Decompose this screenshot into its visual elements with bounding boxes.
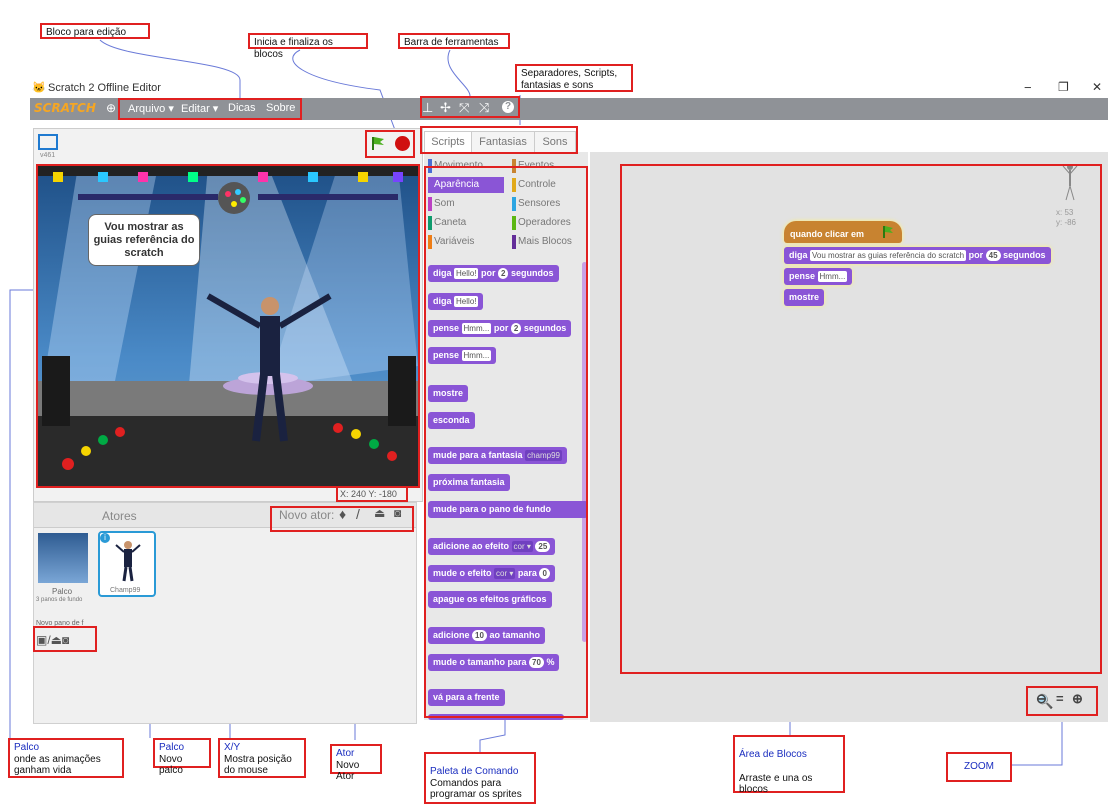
sprite-library-icon[interactable]: ♦ — [339, 506, 346, 522]
tab-fantasias[interactable]: Fantasias — [471, 131, 535, 153]
camera-sprite-icon[interactable]: ◙ — [394, 506, 401, 520]
callout-barra: Barra de ferramentas — [398, 33, 510, 49]
category-som[interactable]: Som — [428, 196, 504, 212]
connector-zoom — [1010, 720, 1063, 766]
menu-bar: SCRATCH ⊕ Arquivo ▾ Editar ▾ Dicas Sobre… — [30, 98, 1108, 120]
stage-thumbnail[interactable] — [38, 533, 88, 583]
stamp-icon[interactable]: ⊥ — [422, 100, 433, 116]
block-next-costume[interactable]: próxima fantasia — [428, 474, 510, 491]
zoom-in-button[interactable]: ⊕ — [1072, 691, 1083, 707]
script-block-show[interactable]: mostre — [784, 289, 825, 306]
presentation-mode-icon[interactable] — [38, 134, 58, 150]
new-sprite-label: Novo ator: — [279, 508, 335, 522]
callout-ator: Ator Novo Ator — [330, 744, 382, 782]
category-eventos[interactable]: Eventos — [512, 158, 588, 174]
stop-icon[interactable] — [395, 136, 410, 151]
block-change-size[interactable]: adicione 10 ao tamanho — [428, 627, 545, 644]
mouse-coordinates: X: 240 Y: -180 — [340, 489, 397, 499]
menu-sobre[interactable]: Sobre — [266, 102, 295, 114]
new-backdrop-label: Novo pano de f — [36, 620, 84, 627]
connector-paleta — [479, 718, 506, 752]
block-say[interactable]: diga Hello! — [428, 293, 484, 310]
script-block-think[interactable]: pense Hmm... — [784, 268, 853, 285]
sprite-thumbnail[interactable]: i Champ99 — [98, 531, 156, 597]
callout-zoom: ZOOM — [946, 752, 1012, 782]
maximize-button[interactable]: ❐ — [1058, 80, 1069, 94]
stage-backdrop-count: 3 panos de fundo — [36, 597, 83, 603]
category-aparencia[interactable]: Aparência — [428, 177, 504, 193]
callout-bloco: Bloco para edição — [40, 23, 150, 39]
tab-sons[interactable]: Sons — [534, 131, 576, 153]
callout-inicia: Inicia e finaliza os blocos — [248, 33, 368, 60]
tab-scripts[interactable]: Scripts — [424, 131, 472, 153]
paint-sprite-icon[interactable]: / — [356, 506, 360, 522]
menu-arquivo[interactable]: Arquivo ▾ — [128, 102, 174, 115]
sprite-y-label: y: -86 — [1056, 218, 1077, 227]
callout-xy: X/Y Mostra posição do mouse — [218, 738, 306, 778]
category-sensores[interactable]: Sensores — [512, 196, 588, 212]
scratch-cat-icon: 🐱 — [32, 82, 46, 94]
callout-separadores: Separadores, Scripts, fantasias e sons — [515, 64, 633, 92]
menu-dicas[interactable]: Dicas — [228, 102, 256, 114]
grow-icon[interactable]: ⤧ — [459, 100, 469, 116]
callout-paleta: Paleta de Comando Comandos para programa… — [424, 752, 536, 804]
close-button[interactable]: ✕ — [1092, 80, 1102, 94]
block-set-size[interactable]: mude o tamanho para 70 % — [428, 654, 560, 671]
block-set-effect[interactable]: mude o efeito cor ▾ para 0 — [428, 565, 555, 582]
hat-block-when-flag[interactable]: quando clicar em — [784, 221, 902, 243]
block-hide[interactable]: esconda — [428, 412, 475, 429]
sprite-x-label: x: 53 — [1056, 208, 1074, 217]
speech-bubble: Vou mostrar as guias referência do scrat… — [88, 214, 200, 266]
category-controle[interactable]: Controle — [512, 177, 588, 193]
block-switch-backdrop[interactable]: mude para o pano de fundo — [428, 501, 588, 518]
block-think-for-secs[interactable]: pense Hmm... por 2 segundos — [428, 320, 572, 337]
block-switch-costume[interactable]: mude para a fantasia champ99 — [428, 447, 567, 464]
category-variaveis[interactable]: Variáveis — [428, 234, 504, 250]
connector-palco1 — [9, 289, 33, 738]
callout-palco-stage: Palco onde as animações ganham vida — [8, 738, 124, 778]
category-caneta[interactable]: Caneta — [428, 215, 504, 231]
script-flag-icon — [883, 226, 893, 238]
category-mais-blocos[interactable]: Mais Blocos — [512, 234, 588, 250]
scratch-logo[interactable]: SCRATCH — [34, 101, 96, 115]
sprites-header-label: Atores — [102, 509, 137, 523]
backdrop-tools-icons[interactable]: ▣/⏏◙ — [36, 633, 69, 647]
help-icon[interactable]: ? — [502, 101, 514, 113]
zoom-out-button[interactable]: ⊖ — [1036, 691, 1047, 707]
green-flag-icon[interactable] — [370, 135, 386, 151]
shrink-icon[interactable]: ⤨ — [479, 100, 489, 116]
block-change-effect[interactable]: adicione ao efeito cor ▾ 25 — [428, 538, 556, 555]
version-label: v461 — [40, 152, 56, 159]
stage-canvas[interactable]: Vou mostrar as guias referência do scrat… — [38, 166, 418, 486]
scissors-icon[interactable]: ✢ — [440, 100, 451, 116]
minimize-button[interactable]: − — [1024, 80, 1032, 95]
category-movimento[interactable]: Movimento — [428, 158, 504, 174]
block-show[interactable]: mostre — [428, 385, 469, 402]
info-icon[interactable]: i — [100, 533, 110, 543]
palette-scrollbar[interactable] — [582, 262, 587, 642]
stage-thumb-label: Palco — [52, 587, 73, 596]
upload-sprite-icon[interactable]: ⏏ — [374, 506, 385, 520]
script-block-say[interactable]: diga Vou mostrar as guias referência do … — [784, 247, 1051, 264]
sprite-preview — [1060, 162, 1080, 202]
callout-area: Área de Blocos Arraste e una os blocos — [733, 735, 845, 795]
menu-editar[interactable]: Editar ▾ — [181, 102, 218, 115]
callout-palco-new: Palco Novo palco — [153, 738, 211, 776]
window-title: Scratch 2 Offline Editor — [48, 82, 161, 94]
block-go-to-front[interactable]: vá para a frente — [428, 689, 505, 706]
block-think[interactable]: pense Hmm... — [428, 347, 497, 364]
sprite-name: Champ99 — [110, 587, 141, 594]
block-clear-effects[interactable]: apague os efeitos gráficos — [428, 591, 552, 608]
block-partial[interactable] — [428, 714, 564, 720]
sprites-panel: Atores Novo ator: ♦ / ⏏ ◙ Palco 3 panos … — [33, 502, 417, 724]
zoom-reset-button[interactable]: = — [1056, 691, 1064, 706]
category-operadores[interactable]: Operadores — [512, 215, 588, 231]
globe-icon[interactable]: ⊕ — [106, 101, 116, 115]
block-say-for-secs[interactable]: diga Hello! por 2 segundos — [428, 265, 559, 282]
